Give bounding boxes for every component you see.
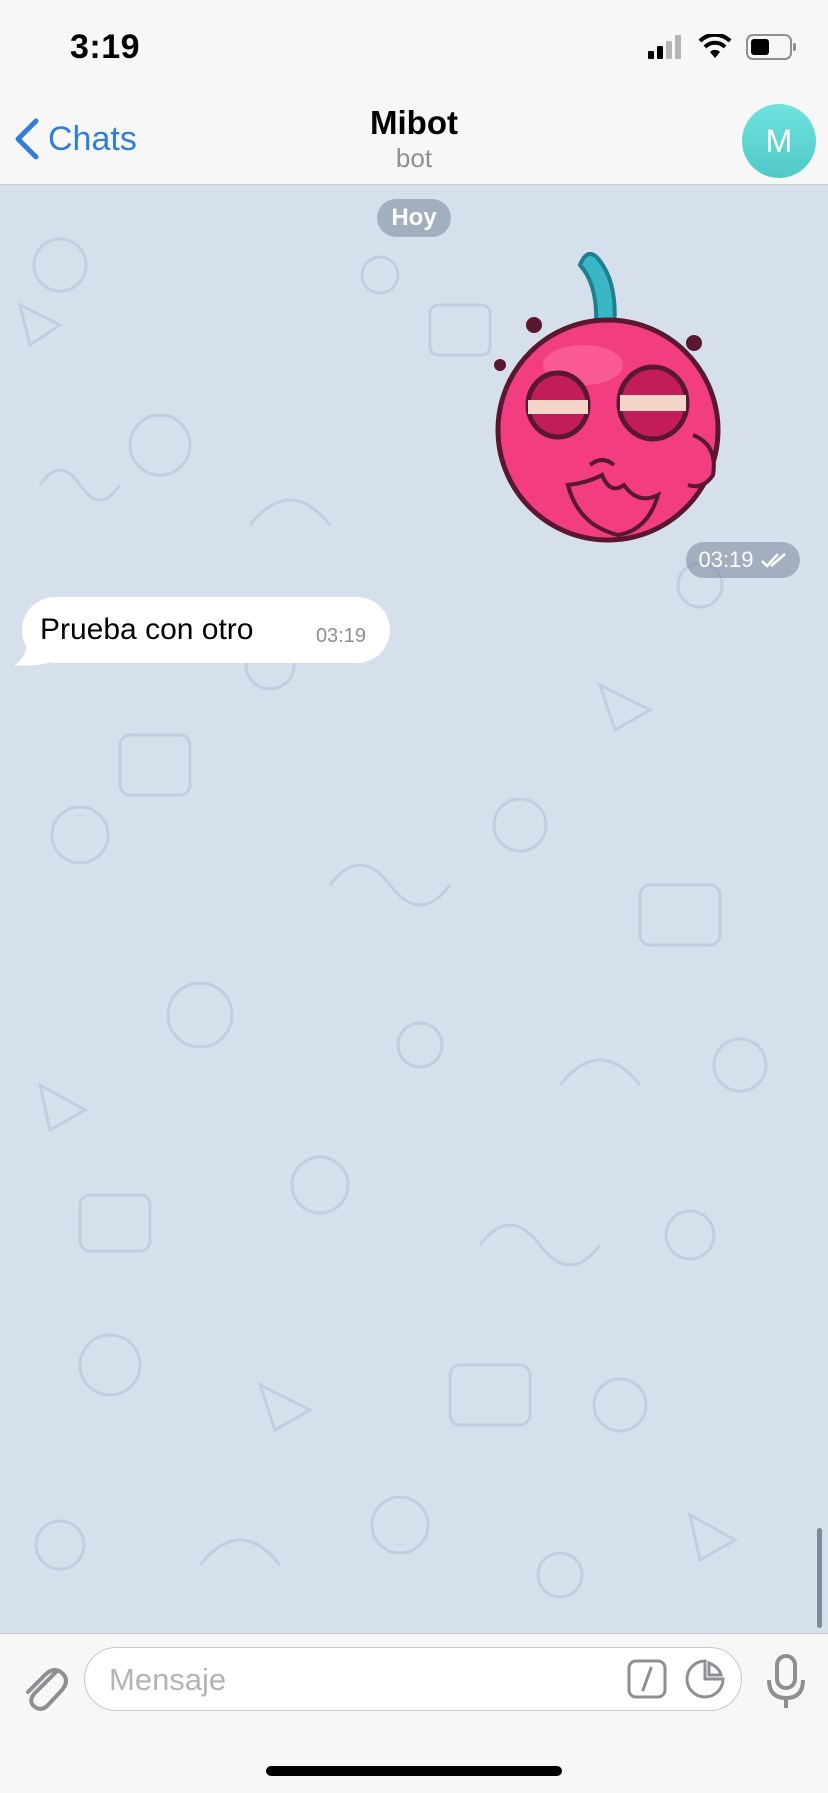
nav-bar: Chats Mibot bot M	[0, 94, 828, 185]
sticker-icon[interactable]	[685, 1659, 725, 1699]
bot-command-icon[interactable]	[627, 1659, 667, 1699]
status-icons	[648, 34, 798, 60]
avatar[interactable]: M	[742, 104, 816, 178]
chat-title-block[interactable]: Mibot bot	[0, 104, 828, 174]
status-bar: 3:19	[0, 0, 828, 94]
paperclip-icon[interactable]	[18, 1654, 68, 1714]
message-text: Prueba con otro	[40, 613, 254, 646]
battery-icon	[746, 34, 796, 60]
read-double-check-icon	[760, 553, 786, 568]
message-time: 03:19	[315, 625, 366, 647]
wifi-icon	[698, 34, 732, 58]
message-field[interactable]	[84, 1647, 742, 1711]
microphone-icon[interactable]	[764, 1652, 808, 1712]
cherry-sticker[interactable]	[478, 205, 738, 545]
cellular-signal-icon	[648, 35, 681, 59]
sticker-timestamp: 03:19	[686, 542, 800, 578]
home-indicator	[266, 1766, 562, 1776]
status-time: 3:19	[70, 28, 141, 66]
sticker-time-label: 03:19	[698, 547, 754, 572]
avatar-initial: M	[765, 122, 793, 159]
input-bar	[0, 1633, 828, 1793]
chat-title: Mibot	[370, 104, 458, 141]
chat-subtitle: bot	[395, 143, 433, 173]
message-input[interactable]	[107, 1656, 611, 1704]
chat-area[interactable]: Hoy 03:19 Prueba con otro 03:19	[0, 185, 828, 1633]
date-divider: Hoy	[377, 199, 451, 237]
incoming-message-bubble[interactable]: Prueba con otro 03:19	[22, 597, 390, 663]
scrollbar[interactable]	[817, 1528, 822, 1628]
